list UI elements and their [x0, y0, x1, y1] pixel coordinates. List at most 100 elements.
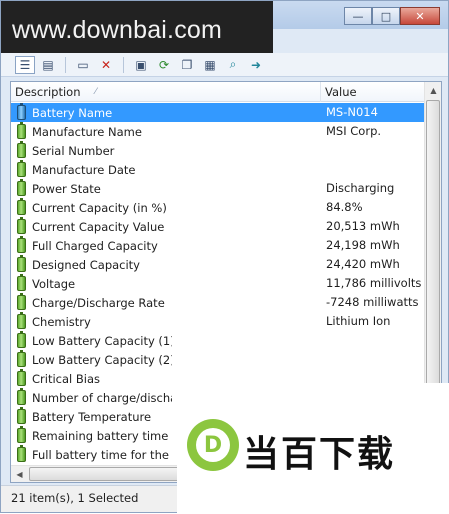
battery-icon [17, 426, 26, 443]
copy-button[interactable]: ❐ [177, 56, 197, 74]
list-item-value: 24,420 mWh [326, 257, 400, 271]
list-item-description: Full battery time for the cur [32, 447, 172, 462]
list-item[interactable]: Low Battery Capacity (1) [11, 331, 425, 350]
list-item[interactable]: Battery Name MS-N014 [11, 103, 425, 122]
find-button[interactable]: ⌕ [223, 56, 243, 74]
list-item-description-cell: Charge/Discharge Rate [11, 293, 321, 312]
list-item-description: Current Capacity Value [32, 219, 165, 234]
toolbar: ☰ ▤ ▭ ✕ ▣ ⟳ ❐ ▦ ⌕ ➜ [1, 53, 448, 77]
battery-icon [17, 388, 26, 405]
battery-icon [17, 103, 26, 120]
refresh-icon: ⟳ [158, 57, 170, 72]
list-item-value: MSI Corp. [326, 124, 382, 138]
list-header: Description ⁄ Value [11, 82, 425, 102]
list-item[interactable]: Designed Capacity 24,420 mWh [11, 255, 425, 274]
list-item-description-cell: Designed Capacity [11, 255, 321, 274]
vertical-scroll-thumb[interactable] [426, 100, 440, 390]
list-item[interactable]: Voltage 11,786 millivolts [11, 274, 425, 293]
minimize-icon: — [352, 9, 364, 23]
exit-icon: ➜ [250, 57, 262, 72]
close-icon: ✕ [415, 9, 425, 23]
list-item-description-cell: Full Charged Capacity [11, 236, 321, 255]
list-item-description: Current Capacity (in %) [32, 200, 167, 215]
save-button[interactable]: ▣ [131, 56, 151, 74]
battery-icon [17, 369, 26, 386]
maximize-button[interactable]: □ [372, 7, 400, 25]
delete-button[interactable]: ✕ [96, 56, 116, 74]
battery-icon [17, 445, 26, 462]
new-window-icon: ▭ [77, 57, 89, 72]
report-view-button[interactable]: ☰ [15, 55, 35, 74]
exit-button[interactable]: ➜ [246, 56, 266, 74]
list-item-value: 84.8% [326, 200, 363, 214]
minimize-button[interactable]: — [344, 7, 372, 25]
battery-icon [17, 160, 26, 177]
html-report-button[interactable]: ▦ [200, 56, 220, 74]
site-logo: D 当百下载 [177, 383, 449, 514]
scroll-up-icon[interactable]: ▲ [425, 82, 441, 99]
list-item-description: Full Charged Capacity [32, 238, 158, 253]
list-item-description-cell: Chemistry [11, 312, 321, 331]
list-item-description-cell: Manufacture Date [11, 160, 321, 179]
battery-icon [17, 122, 26, 139]
list-item[interactable]: Serial Number [11, 141, 425, 160]
list-item-description: Battery Temperature [32, 409, 152, 424]
column-header-value[interactable]: Value [321, 82, 425, 102]
list-item-description: Low Battery Capacity (2) [32, 352, 172, 367]
logo-circle-icon: D [187, 419, 239, 471]
logo-text: 当百下载 [243, 434, 396, 475]
list-item[interactable]: Manufacture Name MSI Corp. [11, 122, 425, 141]
list-item[interactable]: Low Battery Capacity (2) [11, 350, 425, 369]
list-item-description-cell: Low Battery Capacity (2) [11, 350, 321, 369]
column-header-description-label: Description [15, 85, 81, 99]
battery-icon [17, 217, 26, 234]
list-item-description: Charge/Discharge Rate [32, 295, 165, 310]
list-item[interactable]: Charge/Discharge Rate -7248 milliwatts [11, 293, 425, 312]
battery-icon [17, 179, 26, 196]
report-view-icon: ☰ [19, 57, 31, 72]
battery-icon [17, 350, 26, 367]
list-item[interactable]: Manufacture Date [11, 160, 425, 179]
list-item[interactable]: Chemistry Lithium Ion [11, 312, 425, 331]
html-report-icon: ▦ [204, 57, 216, 72]
window-controls: — □ ✕ [344, 7, 440, 25]
toolbar-separator [123, 56, 124, 73]
battery-icon [17, 407, 26, 424]
battery-icon [17, 312, 26, 329]
battery-icon [17, 331, 26, 348]
list-item-value: 11,786 millivolts [326, 276, 422, 290]
list-item-description: Battery Name [32, 105, 113, 120]
list-item-value [321, 160, 425, 179]
close-button[interactable]: ✕ [400, 7, 440, 25]
list-item-description: Manufacture Name [32, 124, 142, 139]
properties-button[interactable]: ▤ [38, 56, 58, 74]
list-item[interactable]: Power State Discharging [11, 179, 425, 198]
new-window-button[interactable]: ▭ [73, 56, 93, 74]
list-item-description: Serial Number [32, 143, 115, 158]
battery-icon [17, 255, 26, 272]
horizontal-scroll-thumb[interactable] [29, 467, 179, 481]
list-item-description-cell: Serial Number [11, 141, 321, 160]
list-item-description-cell: Current Capacity Value [11, 217, 321, 236]
list-item-value [321, 141, 425, 160]
list-item-description: Low Battery Capacity (1) [32, 333, 172, 348]
battery-icon [17, 293, 26, 310]
battery-icon [17, 236, 26, 253]
list-item-value: MS-N014 [321, 103, 425, 122]
list-item-description: Designed Capacity [32, 257, 140, 272]
save-icon: ▣ [135, 57, 147, 72]
logo-letter: D [196, 428, 230, 462]
list-item[interactable]: Current Capacity Value 20,513 mWh [11, 217, 425, 236]
sort-arrow-icon: ⁄ [95, 87, 97, 97]
list-item[interactable]: Current Capacity (in %) 84.8% [11, 198, 425, 217]
list-item[interactable]: Full Charged Capacity 24,198 mWh [11, 236, 425, 255]
list-item-value: Discharging [326, 181, 395, 195]
scroll-left-icon[interactable]: ◀ [11, 466, 28, 482]
watermark: www.downbai.com [1, 1, 273, 59]
column-header-description[interactable]: Description ⁄ [11, 82, 321, 102]
list-item-description-cell: Low Battery Capacity (1) [11, 331, 321, 350]
list-item-description: Chemistry [32, 314, 91, 329]
list-item-description: Power State [32, 181, 101, 196]
copy-icon: ❐ [181, 57, 193, 72]
refresh-button[interactable]: ⟳ [154, 56, 174, 74]
